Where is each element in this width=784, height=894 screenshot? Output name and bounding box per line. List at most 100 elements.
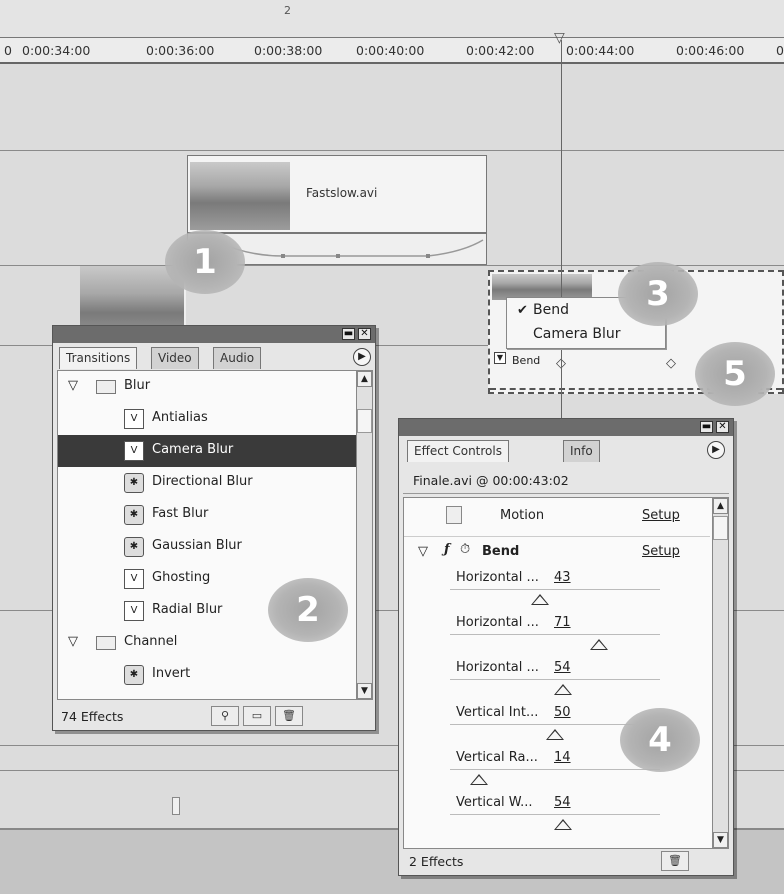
minimize-icon[interactable]: ▬ <box>700 421 713 433</box>
menu-item-bend[interactable]: Bend <box>533 302 569 318</box>
list-item[interactable]: ✱ Directional Blur <box>58 467 372 499</box>
slider-thumb[interactable] <box>590 639 609 650</box>
plugin-effect-icon: ✱ <box>124 537 144 557</box>
ruler-label: 0 <box>776 43 784 58</box>
video-effect-icon: V <box>124 601 144 621</box>
plugin-effect-icon: ✱ <box>124 473 144 493</box>
ruler-label: 0:00:36:00 <box>146 43 215 58</box>
keyframe-icon[interactable]: ◇ <box>666 356 676 371</box>
ruler-label: 0:00:44:00 <box>566 43 635 58</box>
list-item[interactable]: V Antialias <box>58 403 372 435</box>
param-value[interactable]: 54 <box>554 660 571 675</box>
list-item[interactable]: ✱ Invert <box>58 659 372 691</box>
scroll-down-icon[interactable]: ▼ <box>713 832 728 848</box>
param-value[interactable]: 50 <box>554 705 571 720</box>
tab-info[interactable]: Info <box>563 440 600 462</box>
disclosure-triangle-icon[interactable]: ▽ <box>68 634 78 649</box>
list-item[interactable]: ✱ Gaussian Blur <box>58 531 372 563</box>
slider-track[interactable] <box>450 679 660 680</box>
folder-label: Channel <box>124 634 178 649</box>
effects-count: 2 Effects <box>409 854 464 869</box>
param-label: Vertical W... <box>456 795 533 810</box>
effect-name: Bend <box>482 544 520 559</box>
clip-effect-label: Bend <box>512 354 541 367</box>
palette-menu-icon[interactable]: ▶ <box>353 348 371 366</box>
palette-menu-icon[interactable]: ▶ <box>707 441 725 459</box>
tab-video[interactable]: Video <box>151 347 199 369</box>
scroll-thumb[interactable] <box>713 516 728 540</box>
vertical-scrollbar[interactable]: ▲ ▼ <box>712 498 728 848</box>
folder-label: Blur <box>124 378 151 393</box>
motion-toggle[interactable] <box>446 506 462 524</box>
slider-track[interactable] <box>450 769 660 770</box>
disclosure-triangle-icon[interactable]: ▽ <box>418 544 428 559</box>
param-value[interactable]: 43 <box>554 570 571 585</box>
slider-track[interactable] <box>450 634 660 635</box>
disclosure-triangle-icon[interactable]: ▽ <box>68 378 78 393</box>
param-value[interactable]: 14 <box>554 750 571 765</box>
video-effect-icon: V <box>124 441 144 461</box>
tab-audio[interactable]: Audio <box>213 347 262 369</box>
effect-label: Directional Blur <box>152 474 253 489</box>
scroll-handle[interactable] <box>172 797 180 815</box>
effect-controls-palette: ▬ ✕ Effect Controls Info ▶ Finale.avi @ … <box>398 418 734 876</box>
param-label: Horizontal ... <box>456 615 539 630</box>
effects-list: ▽ Blur V Antialias V Camera Blur ✱ Direc… <box>57 370 373 700</box>
slider-thumb[interactable] <box>470 774 489 785</box>
slider-track[interactable] <box>450 589 660 590</box>
ruler-label: 0:00:42:00 <box>466 43 535 58</box>
tab-transitions[interactable]: Transitions <box>59 347 138 369</box>
trash-icon[interactable]: 🗑 <box>275 706 303 726</box>
effect-label: Fast Blur <box>152 506 209 521</box>
effect-label: Antialias <box>152 410 208 425</box>
slider-track[interactable] <box>450 814 660 815</box>
close-icon[interactable]: ✕ <box>716 421 729 433</box>
scroll-down-icon[interactable]: ▼ <box>357 683 372 699</box>
ruler-label: 0:00:34:00 <box>22 43 91 58</box>
callout-4: 4 <box>620 708 700 772</box>
menu-item-camera-blur[interactable]: Camera Blur <box>533 326 621 342</box>
time-ruler[interactable]: 0 0:00:34:00 0:00:36:00 0:00:38:00 0:00:… <box>0 38 784 64</box>
folder-icon <box>96 636 116 650</box>
palette-titlebar[interactable]: ▬ ✕ <box>399 419 733 436</box>
transitions-palette: ▬ ✕ Transitions Video Audio ▶ ▽ Blur V A… <box>52 325 376 731</box>
scroll-thumb[interactable] <box>357 409 372 433</box>
list-item-selected[interactable]: V Camera Blur <box>58 435 372 467</box>
param-value[interactable]: 54 <box>554 795 571 810</box>
vertical-scrollbar[interactable]: ▲ ▼ <box>356 371 372 699</box>
ruler-label: 0 <box>4 43 12 58</box>
palette-titlebar[interactable]: ▬ ✕ <box>53 326 375 343</box>
tab-effect-controls[interactable]: Effect Controls <box>407 440 509 462</box>
slider-thumb[interactable] <box>531 594 550 605</box>
scroll-up-icon[interactable]: ▲ <box>357 371 372 387</box>
motion-setup-link[interactable]: Setup <box>642 508 680 523</box>
find-icon[interactable]: ⚲ <box>211 706 239 726</box>
effect-dropdown-icon[interactable]: ▼ <box>494 352 506 364</box>
list-item[interactable]: ✱ Fast Blur <box>58 499 372 531</box>
slider-thumb[interactable] <box>546 729 564 740</box>
bend-setup-link[interactable]: Setup <box>642 544 680 559</box>
playhead-line <box>561 40 562 420</box>
stopwatch-icon[interactable]: ⏱ <box>460 542 470 557</box>
checkmark-icon: ✔ <box>517 303 528 318</box>
effect-params-list: Motion Setup ▽ ƒ ⏱ Bend Setup Horizontal… <box>403 497 729 849</box>
new-folder-icon[interactable]: ▭ <box>243 706 271 726</box>
clip-fastslow[interactable]: Fastslow.avi <box>187 155 487 233</box>
effect-label: Gaussian Blur <box>152 538 242 553</box>
playhead-handle[interactable]: ▽ <box>554 30 565 46</box>
video-effect-icon: V <box>124 569 144 589</box>
param-value[interactable]: 71 <box>554 615 571 630</box>
folder-row-blur[interactable]: ▽ Blur <box>58 371 372 403</box>
clip-timecode-header: Finale.avi @ 00:00:43:02 <box>413 473 569 488</box>
effect-enabled-icon[interactable]: ƒ <box>444 542 450 557</box>
effect-label: Invert <box>152 666 191 681</box>
close-icon[interactable]: ✕ <box>358 328 371 340</box>
slider-thumb[interactable] <box>554 819 573 830</box>
slider-thumb[interactable] <box>554 684 573 695</box>
folder-icon <box>96 380 116 394</box>
trash-icon[interactable]: 🗑 <box>661 851 689 871</box>
callout-3: 3 <box>618 262 698 326</box>
effect-label: Camera Blur <box>152 442 234 457</box>
minimize-icon[interactable]: ▬ <box>342 328 355 340</box>
scroll-up-icon[interactable]: ▲ <box>713 498 728 514</box>
